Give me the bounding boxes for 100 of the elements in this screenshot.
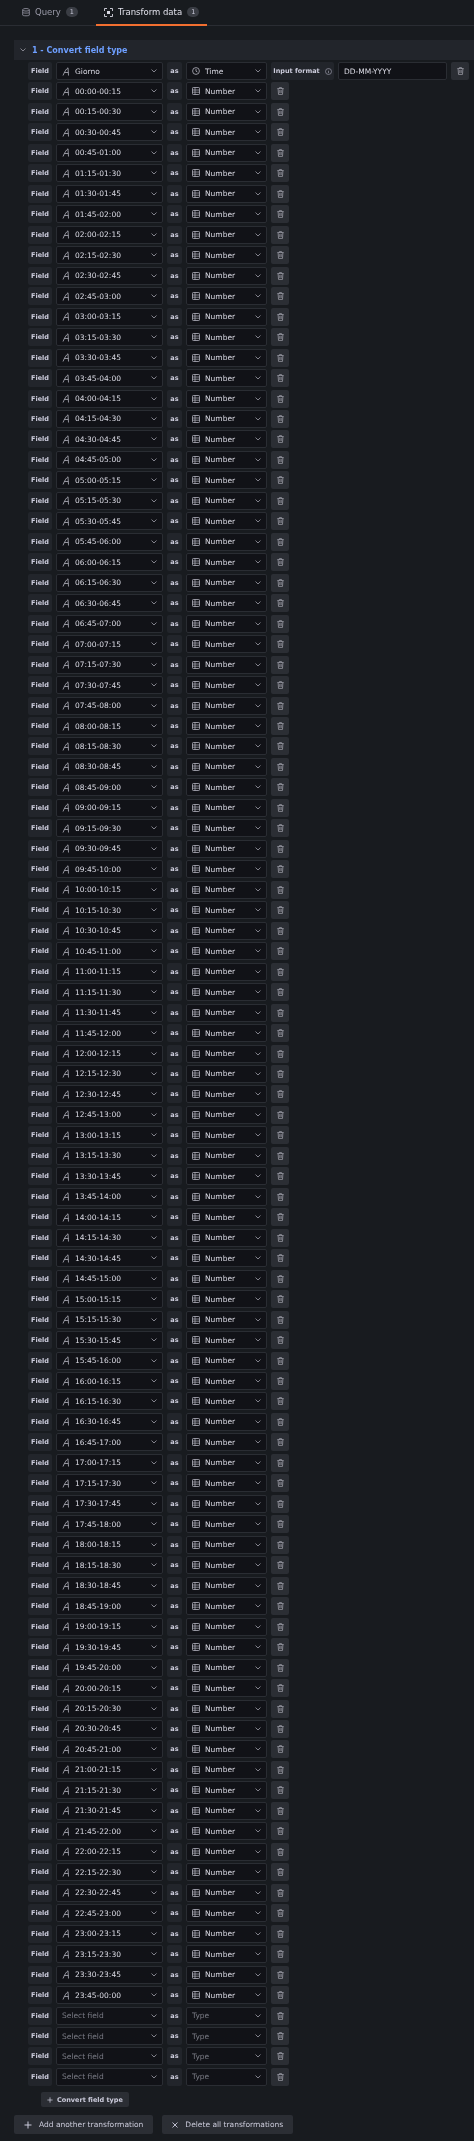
delete-button[interactable] (271, 1781, 289, 1800)
delete-button[interactable] (271, 1760, 289, 1779)
delete-button[interactable] (271, 860, 289, 879)
delete-button[interactable] (271, 1801, 289, 1820)
delete-button[interactable] (271, 1638, 289, 1657)
delete-button[interactable] (271, 1842, 289, 1861)
delete-button[interactable] (271, 676, 289, 695)
delete-button[interactable] (271, 1085, 289, 1104)
delete-button[interactable] (271, 737, 289, 756)
delete-button[interactable] (271, 942, 289, 961)
delete-button[interactable] (271, 1658, 289, 1677)
delete-button[interactable] (271, 1986, 289, 2005)
delete-button[interactable] (451, 62, 469, 80)
delete-button[interactable] (271, 1556, 289, 1575)
delete-button[interactable] (271, 614, 289, 633)
delete-button[interactable] (271, 1105, 289, 1124)
delete-button[interactable] (271, 1945, 289, 1964)
delete-button[interactable] (271, 1269, 289, 1288)
delete-button[interactable] (271, 1576, 289, 1595)
delete-button[interactable] (271, 553, 289, 572)
delete-button[interactable] (271, 594, 289, 613)
delete-button[interactable] (271, 164, 289, 183)
delete-button[interactable] (271, 798, 289, 817)
delete-button[interactable] (271, 1597, 289, 1616)
delete-button[interactable] (271, 1863, 289, 1882)
delete-button[interactable] (271, 328, 289, 347)
delete-button[interactable] (271, 1146, 289, 1165)
delete-button[interactable] (271, 1372, 289, 1390)
delete-button[interactable] (271, 143, 289, 162)
delete-button[interactable] (271, 123, 289, 142)
delete-button[interactable] (271, 1494, 289, 1513)
delete-button[interactable] (271, 102, 289, 121)
delete-button[interactable] (271, 287, 289, 306)
delete-button[interactable] (271, 205, 289, 224)
delete-button[interactable] (271, 1003, 289, 1022)
transformation-header[interactable]: 1 - Convert field type (14, 40, 474, 60)
delete-button[interactable] (271, 655, 289, 674)
delete-button[interactable] (271, 532, 289, 551)
delete-button[interactable] (271, 880, 289, 899)
delete-button[interactable] (271, 409, 289, 428)
delete-button[interactable] (271, 1883, 289, 1902)
delete-button[interactable] (271, 430, 289, 449)
delete-button[interactable] (271, 1392, 289, 1411)
delete-button[interactable] (271, 1699, 289, 1718)
delete-button[interactable] (271, 1535, 289, 1554)
delete-button[interactable] (271, 635, 289, 654)
delete-button[interactable] (271, 184, 289, 203)
delete-button[interactable] (271, 2006, 289, 2025)
delete-button[interactable] (271, 1904, 289, 1923)
delete-button[interactable] (271, 1208, 289, 1227)
delete-button[interactable] (271, 389, 289, 408)
delete-button[interactable] (271, 819, 289, 838)
delete-button[interactable] (271, 307, 289, 326)
delete-button[interactable] (271, 901, 289, 920)
delete-button[interactable] (271, 921, 289, 940)
delete-button[interactable] (271, 266, 289, 285)
delete-button[interactable] (271, 839, 289, 858)
delete-button[interactable] (271, 2067, 289, 2086)
delete-button[interactable] (271, 2047, 289, 2066)
delete-button[interactable] (271, 1249, 289, 1268)
delete-button[interactable] (271, 1228, 289, 1247)
delete-button[interactable] (271, 778, 289, 797)
delete-button[interactable] (271, 1453, 289, 1472)
delete-button[interactable] (271, 471, 289, 490)
delete-button[interactable] (271, 1679, 289, 1698)
delete-button[interactable] (271, 1290, 289, 1309)
delete-button[interactable] (271, 1719, 289, 1738)
delete-button[interactable] (271, 491, 289, 510)
delete-button[interactable] (271, 1187, 289, 1206)
delete-button[interactable] (271, 1515, 289, 1534)
delete-button[interactable] (271, 1064, 289, 1083)
delete-button[interactable] (271, 1351, 289, 1370)
delete-button[interactable] (271, 225, 289, 244)
delete-button[interactable] (271, 1822, 289, 1841)
delete-button[interactable] (271, 450, 289, 469)
delete-button[interactable] (271, 1740, 289, 1759)
delete-button[interactable] (271, 2027, 289, 2045)
delete-button[interactable] (271, 1412, 289, 1431)
delete-button[interactable] (271, 757, 289, 776)
delete-button[interactable] (271, 369, 289, 388)
delete-button[interactable] (271, 1924, 289, 1943)
delete-button[interactable] (271, 717, 289, 735)
delete-button[interactable] (271, 962, 289, 981)
delete-button[interactable] (271, 512, 289, 531)
delete-button[interactable] (271, 696, 289, 715)
delete-button[interactable] (271, 1617, 289, 1636)
delete-button[interactable] (271, 573, 289, 592)
delete-button[interactable] (271, 1474, 289, 1493)
delete-button[interactable] (271, 1044, 289, 1063)
delete-button[interactable] (271, 1965, 289, 1984)
delete-button[interactable] (271, 1433, 289, 1452)
delete-button[interactable] (271, 82, 289, 101)
delete-button[interactable] (271, 1310, 289, 1329)
delete-button[interactable] (271, 983, 289, 1002)
delete-button[interactable] (271, 1167, 289, 1186)
delete-button[interactable] (271, 348, 289, 367)
delete-button[interactable] (271, 1331, 289, 1350)
delete-button[interactable] (271, 1024, 289, 1043)
delete-button[interactable] (271, 246, 289, 265)
delete-button[interactable] (271, 1126, 289, 1145)
